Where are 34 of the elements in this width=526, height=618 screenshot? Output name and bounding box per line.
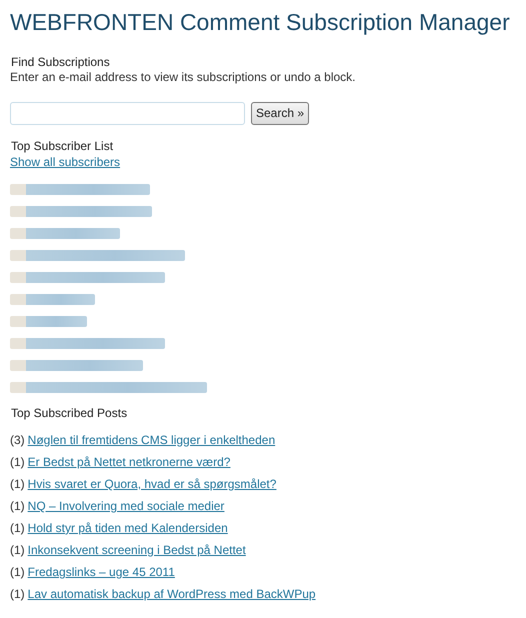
page-title: WEBFRONTEN Comment Subscription Manager	[10, 8, 510, 37]
blurred-email[interactable]	[10, 228, 120, 239]
post-link[interactable]: Nøglen til fremtidens CMS ligger i enkeltheden	[28, 432, 276, 449]
subscriber-count: (1)	[10, 564, 25, 581]
blurred-email[interactable]	[10, 206, 152, 217]
blurred-email[interactable]	[10, 184, 150, 195]
post-link[interactable]: Hvis svaret er Quora, hvad er så spørgsmålet?	[28, 476, 276, 493]
blurred-email[interactable]	[10, 250, 185, 261]
section-heading: Top Subscriber List	[11, 138, 114, 155]
blurred-email[interactable]	[10, 272, 165, 283]
instruction-text: Enter an e-mail address to view its subscriptions or undo a block.	[10, 70, 356, 86]
blurred-email[interactable]	[10, 338, 165, 349]
subscriber-count: (1)	[10, 476, 25, 493]
subscriber-count: (1)	[10, 454, 25, 471]
search-button[interactable]: Search »	[251, 102, 310, 125]
blurred-email[interactable]	[10, 294, 95, 305]
post-link[interactable]: Er Bedst på Nettet netkronerne værd?	[28, 454, 230, 471]
subscriber-count: (3)	[10, 432, 25, 449]
subscriber-count: (1)	[10, 520, 25, 537]
post-link[interactable]: Inkonsekvent screening i Bedst på Nettet	[28, 542, 246, 559]
blurred-email[interactable]	[10, 382, 207, 393]
show-all-link[interactable]: Show all subscribers	[10, 154, 120, 169]
post-link[interactable]: Fredagslinks – uge 45 2011	[28, 564, 175, 581]
subscriber-count: (1)	[10, 542, 25, 559]
blurred-email[interactable]	[10, 316, 87, 327]
post-link[interactable]: NQ – Involvering med sociale medier	[28, 498, 224, 515]
post-link[interactable]: Hold styr på tiden med Kalendersiden	[28, 520, 228, 537]
subscriber-count: (1)	[10, 586, 25, 603]
subscriber-count: (1)	[10, 498, 25, 515]
section-heading: Top Subscribed Posts	[11, 406, 128, 422]
section-heading: Find Subscriptions	[11, 54, 111, 70]
blurred-email[interactable]	[10, 360, 143, 371]
email-field[interactable]	[10, 102, 245, 125]
post-link[interactable]: Lav automatisk backup af WordPress med BackWPup	[28, 586, 316, 603]
